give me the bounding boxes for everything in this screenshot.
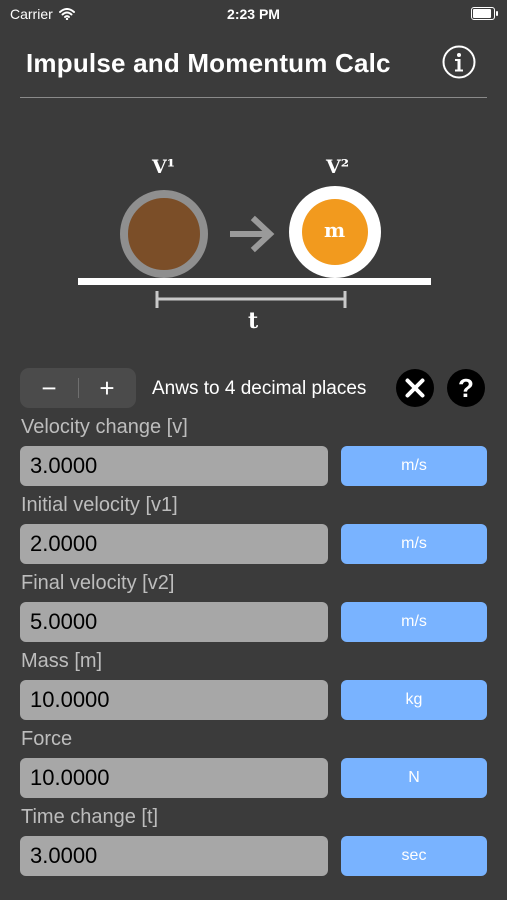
status-time: 2:23 PM: [227, 6, 280, 22]
info-icon[interactable]: [442, 45, 476, 79]
mass-label-field: Mass [m]: [21, 650, 103, 672]
initial-velocity-label: Initial velocity [v1]: [21, 494, 178, 516]
battery-level: [473, 9, 491, 18]
time-change-unit-button[interactable]: sec: [341, 836, 487, 876]
force-label: Force: [21, 728, 73, 750]
decimal-stepper[interactable]: − +: [20, 368, 136, 408]
v1-label: V¹: [152, 156, 176, 178]
mass-field[interactable]: 10.0000: [20, 680, 328, 720]
initial-ball: [120, 190, 208, 278]
decimal-places-label: Anws to 4 decimal places: [152, 378, 367, 399]
ground-line: [78, 278, 431, 285]
mass-label: m: [324, 218, 346, 242]
v2-label: V²: [326, 156, 350, 178]
velocity-change-unit-button[interactable]: m/s: [341, 446, 487, 486]
battery-icon: [471, 7, 498, 20]
final-velocity-label: Final velocity [v2]: [21, 572, 175, 594]
time-change-label: Time change [t]: [21, 806, 159, 828]
status-bar: Carrier 2:23 PM: [0, 0, 507, 28]
header-divider: [20, 97, 487, 98]
help-button-label: ?: [458, 373, 474, 403]
help-button[interactable]: ?: [447, 369, 485, 407]
initial-velocity-field[interactable]: 2.0000: [20, 524, 328, 564]
initial-velocity-unit-button[interactable]: m/s: [341, 524, 487, 564]
time-change-field[interactable]: 3.0000: [20, 836, 328, 876]
decrease-decimals-button[interactable]: −: [20, 368, 78, 408]
page-title: Impulse and Momentum Calc: [26, 48, 391, 78]
mass-unit-button[interactable]: kg: [341, 680, 487, 720]
increase-decimals-button[interactable]: +: [78, 368, 136, 408]
force-unit-button[interactable]: N: [341, 758, 487, 798]
force-field[interactable]: 10.0000: [20, 758, 328, 798]
final-velocity-field[interactable]: 5.0000: [20, 602, 328, 642]
velocity-change-label: Velocity change [v]: [21, 416, 188, 438]
close-icon[interactable]: [396, 369, 434, 407]
final-velocity-unit-button[interactable]: m/s: [341, 602, 487, 642]
time-label: t: [248, 308, 259, 334]
motion-diagram: V¹ V² m t: [0, 100, 507, 350]
velocity-change-field[interactable]: 3.0000: [20, 446, 328, 486]
